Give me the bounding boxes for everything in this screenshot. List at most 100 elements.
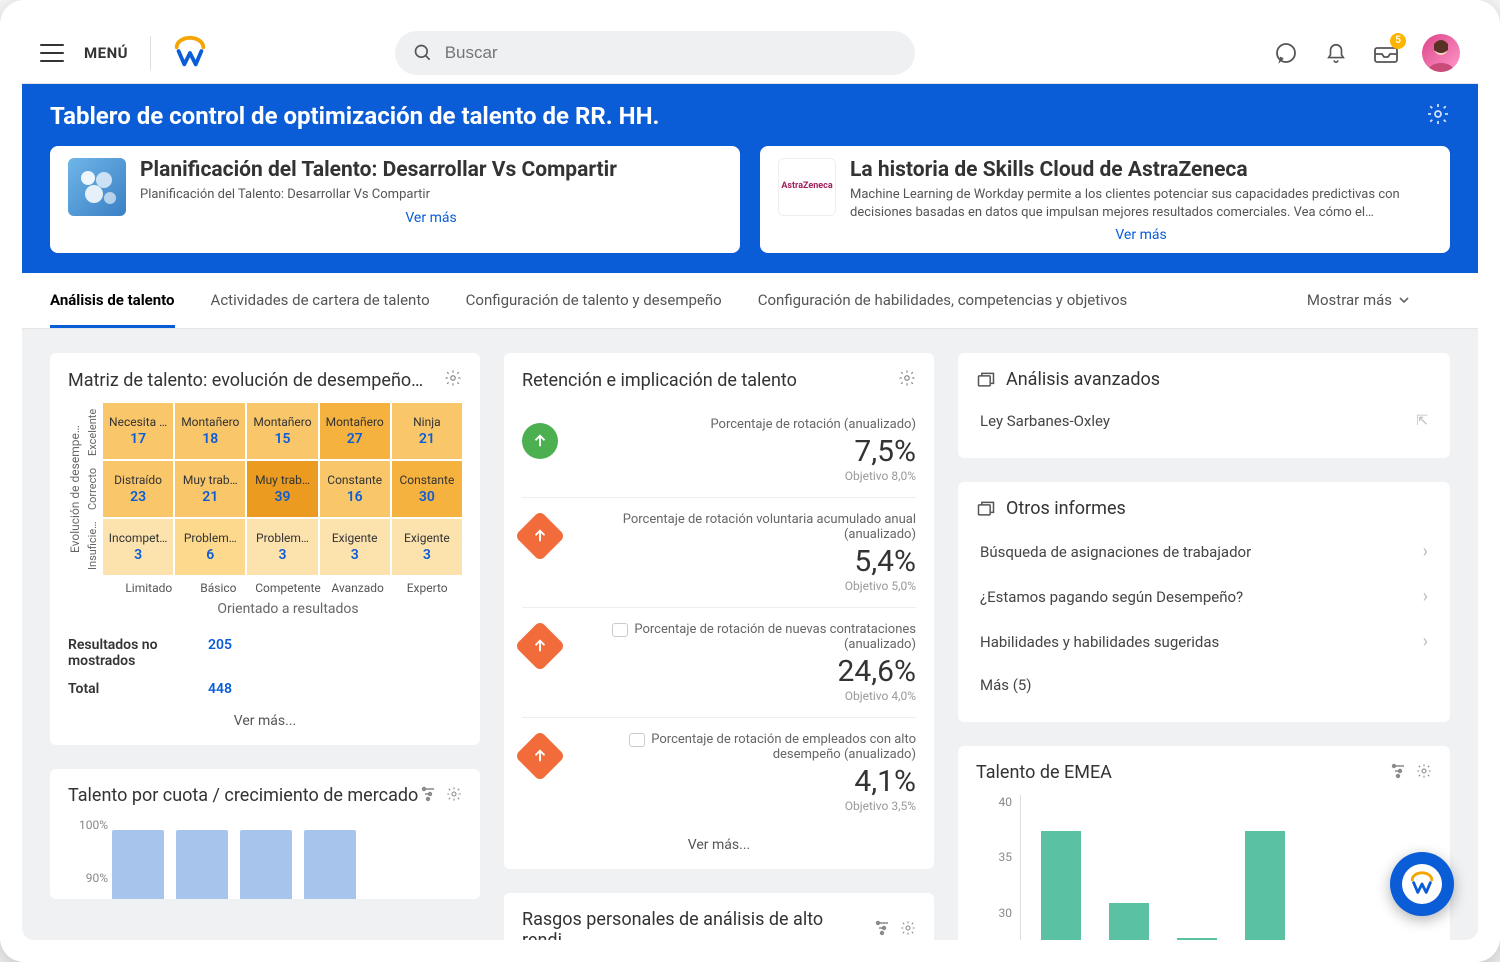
- matrix-notshown-value[interactable]: 205: [208, 637, 232, 669]
- panel-filter-icon[interactable]: [1390, 763, 1406, 783]
- matrix-xtick: Avanzado: [323, 581, 393, 595]
- matrix-cell[interactable]: Ninja21: [392, 403, 462, 459]
- retention-more-link[interactable]: Ver más...: [522, 827, 916, 853]
- search-box[interactable]: [395, 31, 915, 75]
- matrix-cell[interactable]: Constante16: [320, 461, 390, 517]
- traits-title: Rasgos personales de análisis de alto re…: [522, 909, 874, 940]
- panel-emea: Talento de EMEA 40 35 30 25: [958, 746, 1450, 940]
- matrix-cell[interactable]: Problem…6: [175, 519, 245, 575]
- quota-ytick: 100%: [68, 818, 108, 832]
- matrix-cell[interactable]: Montañero18: [175, 403, 245, 459]
- quota-bar[interactable]: [112, 830, 164, 899]
- chat-icon[interactable]: [1272, 39, 1300, 67]
- matrix-notshown-label: Resultados no mostrados: [68, 637, 208, 669]
- metric-target: Objetivo 8,0%: [572, 469, 916, 483]
- matrix-ytick: Correcto: [86, 461, 99, 517]
- emea-bar[interactable]: [1177, 938, 1217, 940]
- notifications-icon[interactable]: [1322, 39, 1350, 67]
- divider: [150, 36, 151, 70]
- avatar[interactable]: [1422, 34, 1460, 72]
- page-header: Tablero de control de optimización de ta…: [22, 84, 1478, 273]
- panel-filter-icon[interactable]: [874, 920, 890, 940]
- tab-config-habilidades[interactable]: Configuración de habilidades, competenci…: [758, 273, 1128, 328]
- advanced-link[interactable]: Ley Sarbanes-Oxley ⇱: [976, 400, 1432, 442]
- header-card-2[interactable]: AstraZeneca La historia de Skills Cloud …: [760, 146, 1450, 253]
- panel-advanced: Análisis avanzados Ley Sarbanes-Oxley ⇱: [958, 353, 1450, 458]
- workday-logo[interactable]: [171, 34, 209, 72]
- retention-metric[interactable]: Porcentaje de rotación voluntaria acumul…: [522, 498, 916, 608]
- retention-metric[interactable]: Porcentaje de rotación (anualizado)7,5%O…: [522, 403, 916, 498]
- panel-retention: Retención e implicación de talento Porce…: [504, 353, 934, 869]
- tab-show-more[interactable]: Mostrar más: [1307, 273, 1410, 328]
- panel-filter-icon[interactable]: [420, 786, 436, 806]
- header-settings-icon[interactable]: [1426, 102, 1450, 130]
- tab-actividades-cartera[interactable]: Actividades de cartera de talento: [211, 273, 430, 328]
- matrix-cell[interactable]: Montañero15: [247, 403, 317, 459]
- search-input[interactable]: [445, 43, 897, 63]
- matrix-ytick: Excelente: [86, 404, 99, 460]
- card1-more-link[interactable]: Ver más: [140, 210, 722, 226]
- metric-value: 24,6%: [572, 654, 916, 689]
- matrix-cell[interactable]: Necesita …17: [103, 403, 173, 459]
- quota-ytick: 90%: [68, 871, 108, 885]
- card1-subtitle: Planificación del Talento: Desarrollar V…: [140, 186, 722, 204]
- panel-gear-icon[interactable]: [444, 369, 462, 391]
- panel-gear-icon[interactable]: [900, 920, 916, 940]
- matrix-cell[interactable]: Constante30: [392, 461, 462, 517]
- report-link[interactable]: ¿Estamos pagando según Desempeño?›: [976, 574, 1432, 619]
- matrix-xtick: Limitado: [114, 581, 184, 595]
- inbox-icon[interactable]: 5: [1372, 39, 1400, 67]
- matrix-cell[interactable]: Incompet…3: [103, 519, 173, 575]
- emea-bar[interactable]: [1245, 831, 1285, 940]
- retention-metric[interactable]: Porcentaje de rotación de nuevas contrat…: [522, 608, 916, 718]
- retention-metric[interactable]: Porcentaje de rotación de empleados con …: [522, 718, 916, 827]
- retention-title: Retención e implicación de talento: [522, 370, 797, 391]
- report-link-label: Más (5): [980, 676, 1032, 694]
- matrix-title: Matriz de talento: evolución de desempeñ…: [68, 370, 423, 391]
- people-icon: [68, 158, 126, 216]
- chevron-right-icon: ›: [1423, 586, 1428, 607]
- trend-alert-icon: [515, 621, 566, 672]
- report-link-more[interactable]: Más (5): [976, 664, 1432, 706]
- emea-bar[interactable]: [1109, 903, 1149, 941]
- assistant-fab[interactable]: [1390, 852, 1454, 916]
- panel-gear-icon[interactable]: [446, 786, 462, 806]
- emea-bar[interactable]: [1041, 831, 1081, 940]
- panel-quota: Talento por cuota / crecimiento de merca…: [50, 769, 480, 899]
- menu-icon[interactable]: [40, 44, 64, 62]
- panel-talent-matrix: Matriz de talento: evolución de desempeñ…: [50, 353, 480, 745]
- matrix-total-value[interactable]: 448: [208, 681, 232, 697]
- quota-bar[interactable]: [240, 830, 292, 899]
- matrix-cell[interactable]: Distraído23: [103, 461, 173, 517]
- tab-analisis-talento[interactable]: Análisis de talento: [50, 273, 175, 328]
- header-card-1[interactable]: Planificación del Talento: Desarrollar V…: [50, 146, 740, 253]
- external-link-icon: ⇱: [1416, 413, 1428, 429]
- chevron-right-icon: ›: [1423, 541, 1428, 562]
- matrix-cell[interactable]: Exigente3: [392, 519, 462, 575]
- matrix-cell[interactable]: Exigente3: [320, 519, 390, 575]
- card2-more-link[interactable]: Ver más: [850, 227, 1432, 243]
- main-content: Matriz de talento: evolución de desempeñ…: [22, 329, 1478, 940]
- panel-gear-icon[interactable]: [898, 369, 916, 391]
- tab-config-talento[interactable]: Configuración de talento y desempeño: [466, 273, 722, 328]
- trend-up-icon: [522, 423, 558, 459]
- matrix-cell[interactable]: Muy trab…21: [175, 461, 245, 517]
- matrix-cell[interactable]: Muy trab…39: [247, 461, 317, 517]
- emea-ytick: 40: [976, 795, 1012, 809]
- advanced-link-label: Ley Sarbanes-Oxley: [980, 412, 1110, 430]
- quota-bar[interactable]: [176, 830, 228, 899]
- matrix-more-link[interactable]: Ver más...: [68, 703, 462, 729]
- menu-label[interactable]: MENÚ: [84, 44, 128, 62]
- quota-bar[interactable]: [304, 830, 356, 899]
- metric-target: Objetivo 3,5%: [572, 799, 916, 813]
- matrix-cell[interactable]: Problem…3: [247, 519, 317, 575]
- advanced-title: Análisis avanzados: [1006, 369, 1160, 390]
- report-link[interactable]: Habilidades y habilidades sugeridas›: [976, 619, 1432, 664]
- matrix-yticks: Excelente Correcto Insuficie…: [82, 403, 103, 575]
- report-link[interactable]: Búsqueda de asignaciones de trabajador›: [976, 529, 1432, 574]
- metric-value: 4,1%: [572, 764, 916, 799]
- topbar: MENÚ 5: [22, 22, 1478, 84]
- matrix-cell[interactable]: Montañero27: [320, 403, 390, 459]
- panel-gear-icon[interactable]: [1416, 763, 1432, 783]
- metric-label: Porcentaje de rotación voluntaria acumul…: [572, 512, 916, 542]
